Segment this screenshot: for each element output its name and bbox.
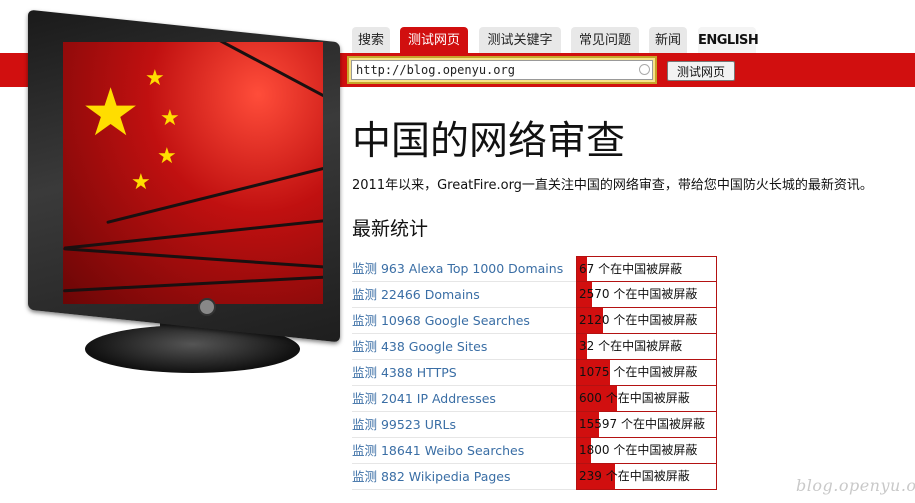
stats-row: 监测 438 Google Sites 32 个在中国被屏蔽 — [352, 334, 718, 360]
blocked-count-cell: 2570 个在中国被屏蔽 — [576, 282, 717, 308]
small-star-icon: ★ — [157, 144, 177, 169]
blocked-count-text: 239 个在中国被屏蔽 — [579, 469, 690, 483]
url-input[interactable] — [351, 60, 653, 80]
barbed-wire — [63, 217, 323, 250]
stats-row: 监测 22466 Domains 2570 个在中国被屏蔽 — [352, 282, 718, 308]
barbed-wire — [63, 274, 323, 293]
tab-faq[interactable]: 常见问题 — [571, 27, 639, 53]
small-star-icon: ★ — [131, 170, 151, 195]
small-star-icon: ★ — [145, 66, 165, 91]
blocked-count-text: 2120 个在中国被屏蔽 — [579, 313, 698, 327]
tab-test-keyword[interactable]: 测试关键字 — [479, 27, 561, 53]
stats-row-link[interactable]: 监测 438 Google Sites — [352, 334, 576, 360]
stats-table: 监测 963 Alexa Top 1000 Domains 67 个在中国被屏蔽… — [352, 256, 718, 490]
stats-row-link[interactable]: 监测 4388 HTTPS — [352, 360, 576, 386]
stats-row: 监测 963 Alexa Top 1000 Domains 67 个在中国被屏蔽 — [352, 256, 718, 282]
blocked-count-cell: 15597 个在中国被屏蔽 — [576, 412, 717, 438]
stats-row-link[interactable]: 监测 2041 IP Addresses — [352, 386, 576, 412]
stats-row-link[interactable]: 监测 18641 Weibo Searches — [352, 438, 576, 464]
blocked-count-text: 1800 个在中国被屏蔽 — [579, 443, 698, 457]
blocked-count-cell: 239 个在中国被屏蔽 — [576, 464, 717, 490]
blocked-count-text: 32 个在中国被屏蔽 — [579, 339, 683, 353]
blocked-count-text: 15597 个在中国被屏蔽 — [579, 417, 706, 431]
stats-row: 监测 10968 Google Searches 2120 个在中国被屏蔽 — [352, 308, 718, 334]
stats-row: 监测 18641 Weibo Searches 1800 个在中国被屏蔽 — [352, 438, 718, 464]
stats-row-link[interactable]: 监测 99523 URLs — [352, 412, 576, 438]
tv-screen-flag-image: ★ ★ ★ ★ ★ — [63, 42, 323, 304]
tab-test-page[interactable]: 测试网页 — [400, 27, 468, 53]
stats-row: 监测 4388 HTTPS 1075 个在中国被屏蔽 — [352, 360, 718, 386]
tv-illustration: ★ ★ ★ ★ ★ — [0, 0, 345, 390]
small-star-icon: ★ — [160, 106, 180, 131]
blocked-count-text: 2570 个在中国被屏蔽 — [579, 287, 698, 301]
large-star-icon: ★ — [81, 74, 141, 151]
blocked-count-cell: 1075 个在中国被屏蔽 — [576, 360, 717, 386]
stats-row-link[interactable]: 监测 882 Wikipedia Pages — [352, 464, 576, 490]
intro-text: 2011年以来，GreatFire.org一直关注中国的网络审查，带给您中国防火… — [352, 178, 873, 193]
blocked-count-text: 1075 个在中国被屏蔽 — [579, 365, 698, 379]
barbed-wire — [182, 42, 323, 108]
blocked-count-text: 67 个在中国被屏蔽 — [579, 262, 683, 276]
url-search-box — [347, 56, 657, 84]
blocked-count-text: 600 个在中国被屏蔽 — [579, 391, 690, 405]
stats-row-link[interactable]: 监测 963 Alexa Top 1000 Domains — [352, 256, 576, 282]
tv-power-logo — [198, 298, 216, 316]
page-title: 中国的网络审查 — [352, 119, 626, 164]
clear-circle-icon[interactable] — [639, 64, 650, 75]
watermark: blog.openyu.org — [796, 476, 915, 495]
test-page-button[interactable]: 测试网页 — [667, 61, 735, 81]
stats-row-link[interactable]: 监测 10968 Google Searches — [352, 308, 576, 334]
blocked-count-cell: 67 个在中国被屏蔽 — [576, 256, 717, 282]
blocked-count-cell: 1800 个在中国被屏蔽 — [576, 438, 717, 464]
tab-search[interactable]: 搜索 — [352, 27, 390, 53]
barbed-wire — [63, 247, 323, 270]
blocked-count-cell: 32 个在中国被屏蔽 — [576, 334, 717, 360]
tab-news[interactable]: 新闻 — [649, 27, 687, 53]
stats-row: 监测 99523 URLs 15597 个在中国被屏蔽 — [352, 412, 718, 438]
stats-row: 监测 2041 IP Addresses 600 个在中国被屏蔽 — [352, 386, 718, 412]
blocked-count-cell: 600 个在中国被屏蔽 — [576, 386, 717, 412]
latest-stats-heading: 最新统计 — [352, 218, 429, 240]
blocked-count-cell: 2120 个在中国被屏蔽 — [576, 308, 717, 334]
tab-english[interactable]: ENGLISH — [698, 27, 759, 53]
stats-row: 监测 882 Wikipedia Pages 239 个在中国被屏蔽 — [352, 464, 718, 490]
stats-row-link[interactable]: 监测 22466 Domains — [352, 282, 576, 308]
